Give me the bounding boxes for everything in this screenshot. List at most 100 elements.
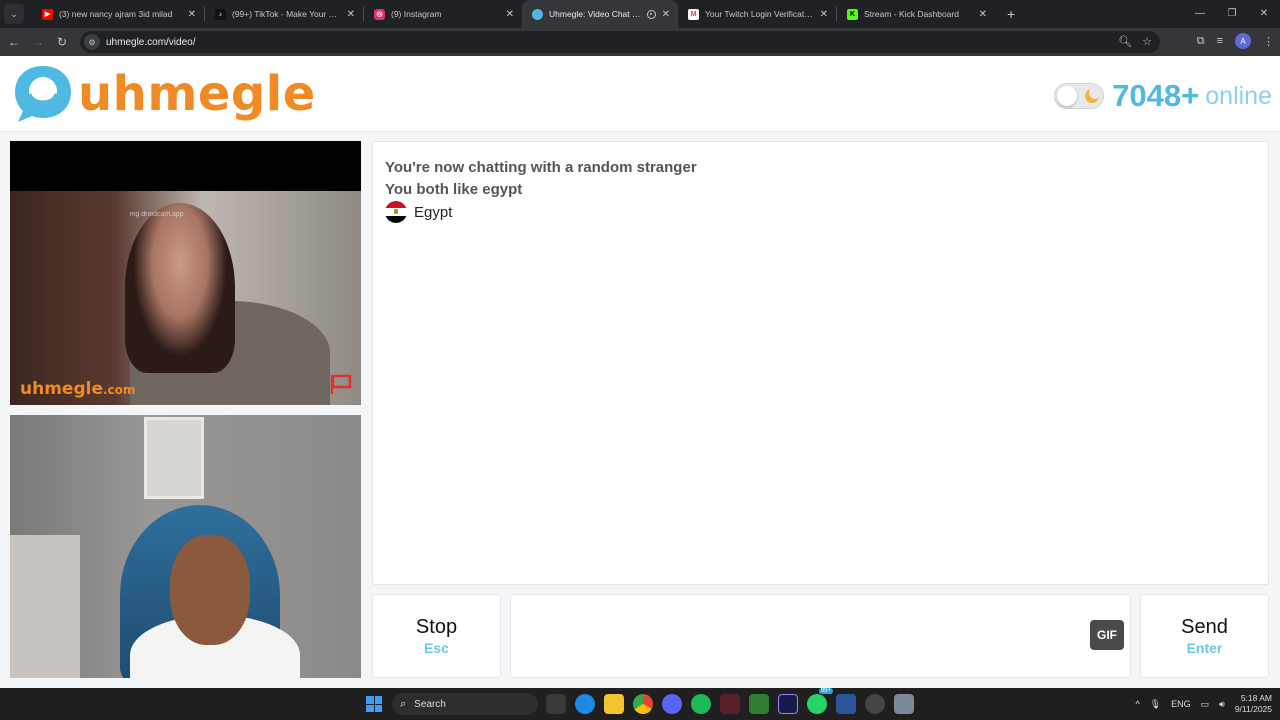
watermark-suffix: .com	[102, 383, 136, 397]
back-icon[interactable]: ←	[2, 35, 26, 49]
browser-menu-icon[interactable]: ⋮	[1263, 35, 1274, 48]
video-overlay-text: ing droidcam.app	[130, 211, 184, 218]
toggle-knob	[1057, 86, 1078, 106]
profile-avatar[interactable]: A	[1235, 33, 1251, 49]
chat-log[interactable]: You're now chatting with a random strang…	[372, 141, 1269, 585]
uhmegle-watermark: uhmegle.com	[20, 379, 135, 399]
windows-taskbar: ⌕ Search 99+ ^ 🎙︎ ENG ▭ 🔊︎ 5:18 AM 9/11/…	[0, 688, 1280, 720]
send-shortcut: Enter	[1186, 640, 1223, 656]
close-tab-icon[interactable]: ✕	[188, 9, 196, 20]
file-explorer-icon[interactable]	[604, 694, 624, 714]
minimize-icon[interactable]: —	[1184, 0, 1216, 28]
stop-button[interactable]: Stop Esc	[372, 594, 501, 678]
tab-youtube[interactable]: ▶ (3) new nancy ajram 3id milad ✕	[32, 0, 204, 28]
notification-badge: 99+	[818, 688, 833, 694]
online-label: online	[1205, 81, 1272, 110]
message-input[interactable]: GIF	[510, 594, 1131, 678]
edge-icon[interactable]	[575, 694, 595, 714]
clock-time: 5:18 AM	[1240, 693, 1272, 703]
uhmegle-logo[interactable]: uhmegle	[12, 64, 316, 124]
tab-title: (99+) TikTok - Make Your Day	[232, 9, 341, 19]
country-name: Egypt	[414, 203, 453, 221]
language-indicator[interactable]: ENG	[1171, 699, 1191, 709]
volume-icon[interactable]: 🔊︎	[1219, 699, 1225, 710]
close-tab-icon[interactable]: ✕	[347, 9, 355, 20]
browser-toolbar: ← → ↻ ⚙ uhmegle.com/video/ 🔍︎ ☆ ⧉ ≡ A ⋮	[0, 28, 1280, 56]
egypt-flag-icon	[385, 201, 407, 223]
address-bar[interactable]: ⚙ uhmegle.com/video/ 🔍︎ ☆	[80, 31, 1160, 53]
tab-search-button[interactable]: ⌄	[4, 4, 24, 24]
taskbar-apps: 99+	[546, 688, 914, 714]
tab-title: Uhmegle: Video Chat | Ome	[549, 9, 643, 19]
stranger-video-frame: ing droidcam.app	[10, 191, 361, 405]
self-face	[170, 535, 250, 645]
chat-status-message: You're now chatting with a random strang…	[385, 159, 697, 176]
tab-kick[interactable]: K Stream - Kick Dashboard ✕	[837, 0, 995, 28]
uhmegle-icon	[532, 8, 543, 20]
spotify-icon[interactable]	[691, 694, 711, 714]
tab-title: Your Twitch Login Verification C	[705, 9, 814, 19]
microphone-icon[interactable]: 🎙︎	[1150, 699, 1161, 710]
bookmark-star-icon[interactable]: ☆	[1142, 35, 1152, 48]
extensions-icon[interactable]: ⧉	[1197, 35, 1205, 48]
tab-instagram[interactable]: ◎ (9) Instagram ✕	[364, 0, 522, 28]
windows-start-icon[interactable]	[366, 696, 382, 712]
send-button[interactable]: Send Enter	[1140, 594, 1269, 678]
tab-uhmegle[interactable]: Uhmegle: Video Chat | Ome ✕	[522, 0, 678, 28]
tray-chevron-icon[interactable]: ^	[1135, 699, 1139, 709]
tab-tiktok[interactable]: ♪ (99+) TikTok - Make Your Day ✕	[205, 0, 363, 28]
restore-icon[interactable]: ❐	[1216, 0, 1248, 28]
vegas-icon[interactable]	[720, 694, 740, 714]
report-flag-icon[interactable]	[329, 373, 353, 395]
taskbar-clock[interactable]: 5:18 AM 9/11/2025	[1235, 693, 1272, 715]
stranger-face	[125, 203, 235, 373]
zoom-icon[interactable]: 🔍︎	[1118, 35, 1132, 48]
discord-icon[interactable]	[662, 694, 682, 714]
watermark-text: uhmegle	[20, 379, 103, 399]
tiktok-icon: ♪	[215, 8, 226, 20]
online-count: 7048+	[1112, 78, 1200, 113]
instagram-icon: ◎	[374, 8, 385, 20]
stranger-country: Egypt	[385, 201, 1256, 223]
omnibox-actions: 🔍︎ ☆	[1118, 35, 1152, 48]
send-label: Send	[1181, 616, 1228, 638]
chrome-icon[interactable]	[633, 694, 653, 714]
gif-button[interactable]: GIF	[1090, 620, 1124, 650]
stop-shortcut: Esc	[424, 640, 449, 656]
close-tab-icon[interactable]: ✕	[979, 9, 987, 20]
app-icon[interactable]	[749, 694, 769, 714]
browser-tab-strip: ⌄ ▶ (3) new nancy ajram 3id milad ✕ ♪ (9…	[0, 0, 1280, 28]
whatsapp-icon[interactable]: 99+	[807, 688, 833, 714]
tab-gmail[interactable]: M Your Twitch Login Verification C ✕	[678, 0, 836, 28]
dark-mode-toggle[interactable]	[1054, 83, 1105, 109]
clock-date: 9/11/2025	[1234, 704, 1272, 714]
settings-icon[interactable]	[894, 694, 914, 714]
toolbar-actions: ⧉ ≡ A ⋮	[1197, 33, 1274, 49]
url-text[interactable]: uhmegle.com/video/	[106, 37, 196, 48]
site-info-icon[interactable]: ⚙	[84, 34, 100, 50]
obs-icon[interactable]	[865, 694, 885, 714]
task-view-icon[interactable]	[546, 694, 566, 714]
recording-icon	[646, 9, 656, 19]
new-tab-button[interactable]: +	[1007, 6, 1015, 22]
search-icon: ⌕	[400, 697, 407, 710]
tab-title: (3) new nancy ajram 3id milad	[59, 9, 173, 19]
stranger-video[interactable]: ing droidcam.app uhmegle.com	[10, 141, 361, 405]
close-tab-icon[interactable]: ✕	[506, 9, 514, 20]
network-icon[interactable]: ▭	[1201, 699, 1210, 710]
close-tab-icon[interactable]: ✕	[662, 9, 670, 20]
online-counter: 7048+ online	[1054, 78, 1272, 114]
stop-label: Stop	[415, 616, 458, 638]
gmail-icon: M	[688, 8, 699, 20]
media-control-icon[interactable]: ≡	[1217, 35, 1223, 47]
wall-picture	[144, 417, 204, 499]
common-interest-message: You both like egypt	[385, 180, 523, 198]
taskbar-search[interactable]: ⌕ Search	[392, 693, 538, 715]
word-icon[interactable]	[836, 694, 856, 714]
close-tab-icon[interactable]: ✕	[820, 9, 828, 20]
close-window-icon[interactable]: ✕	[1248, 0, 1280, 28]
kick-icon: K	[847, 8, 858, 20]
forward-icon[interactable]: →	[26, 35, 50, 49]
premiere-icon[interactable]	[778, 694, 798, 714]
reload-icon[interactable]: ↻	[50, 35, 74, 49]
